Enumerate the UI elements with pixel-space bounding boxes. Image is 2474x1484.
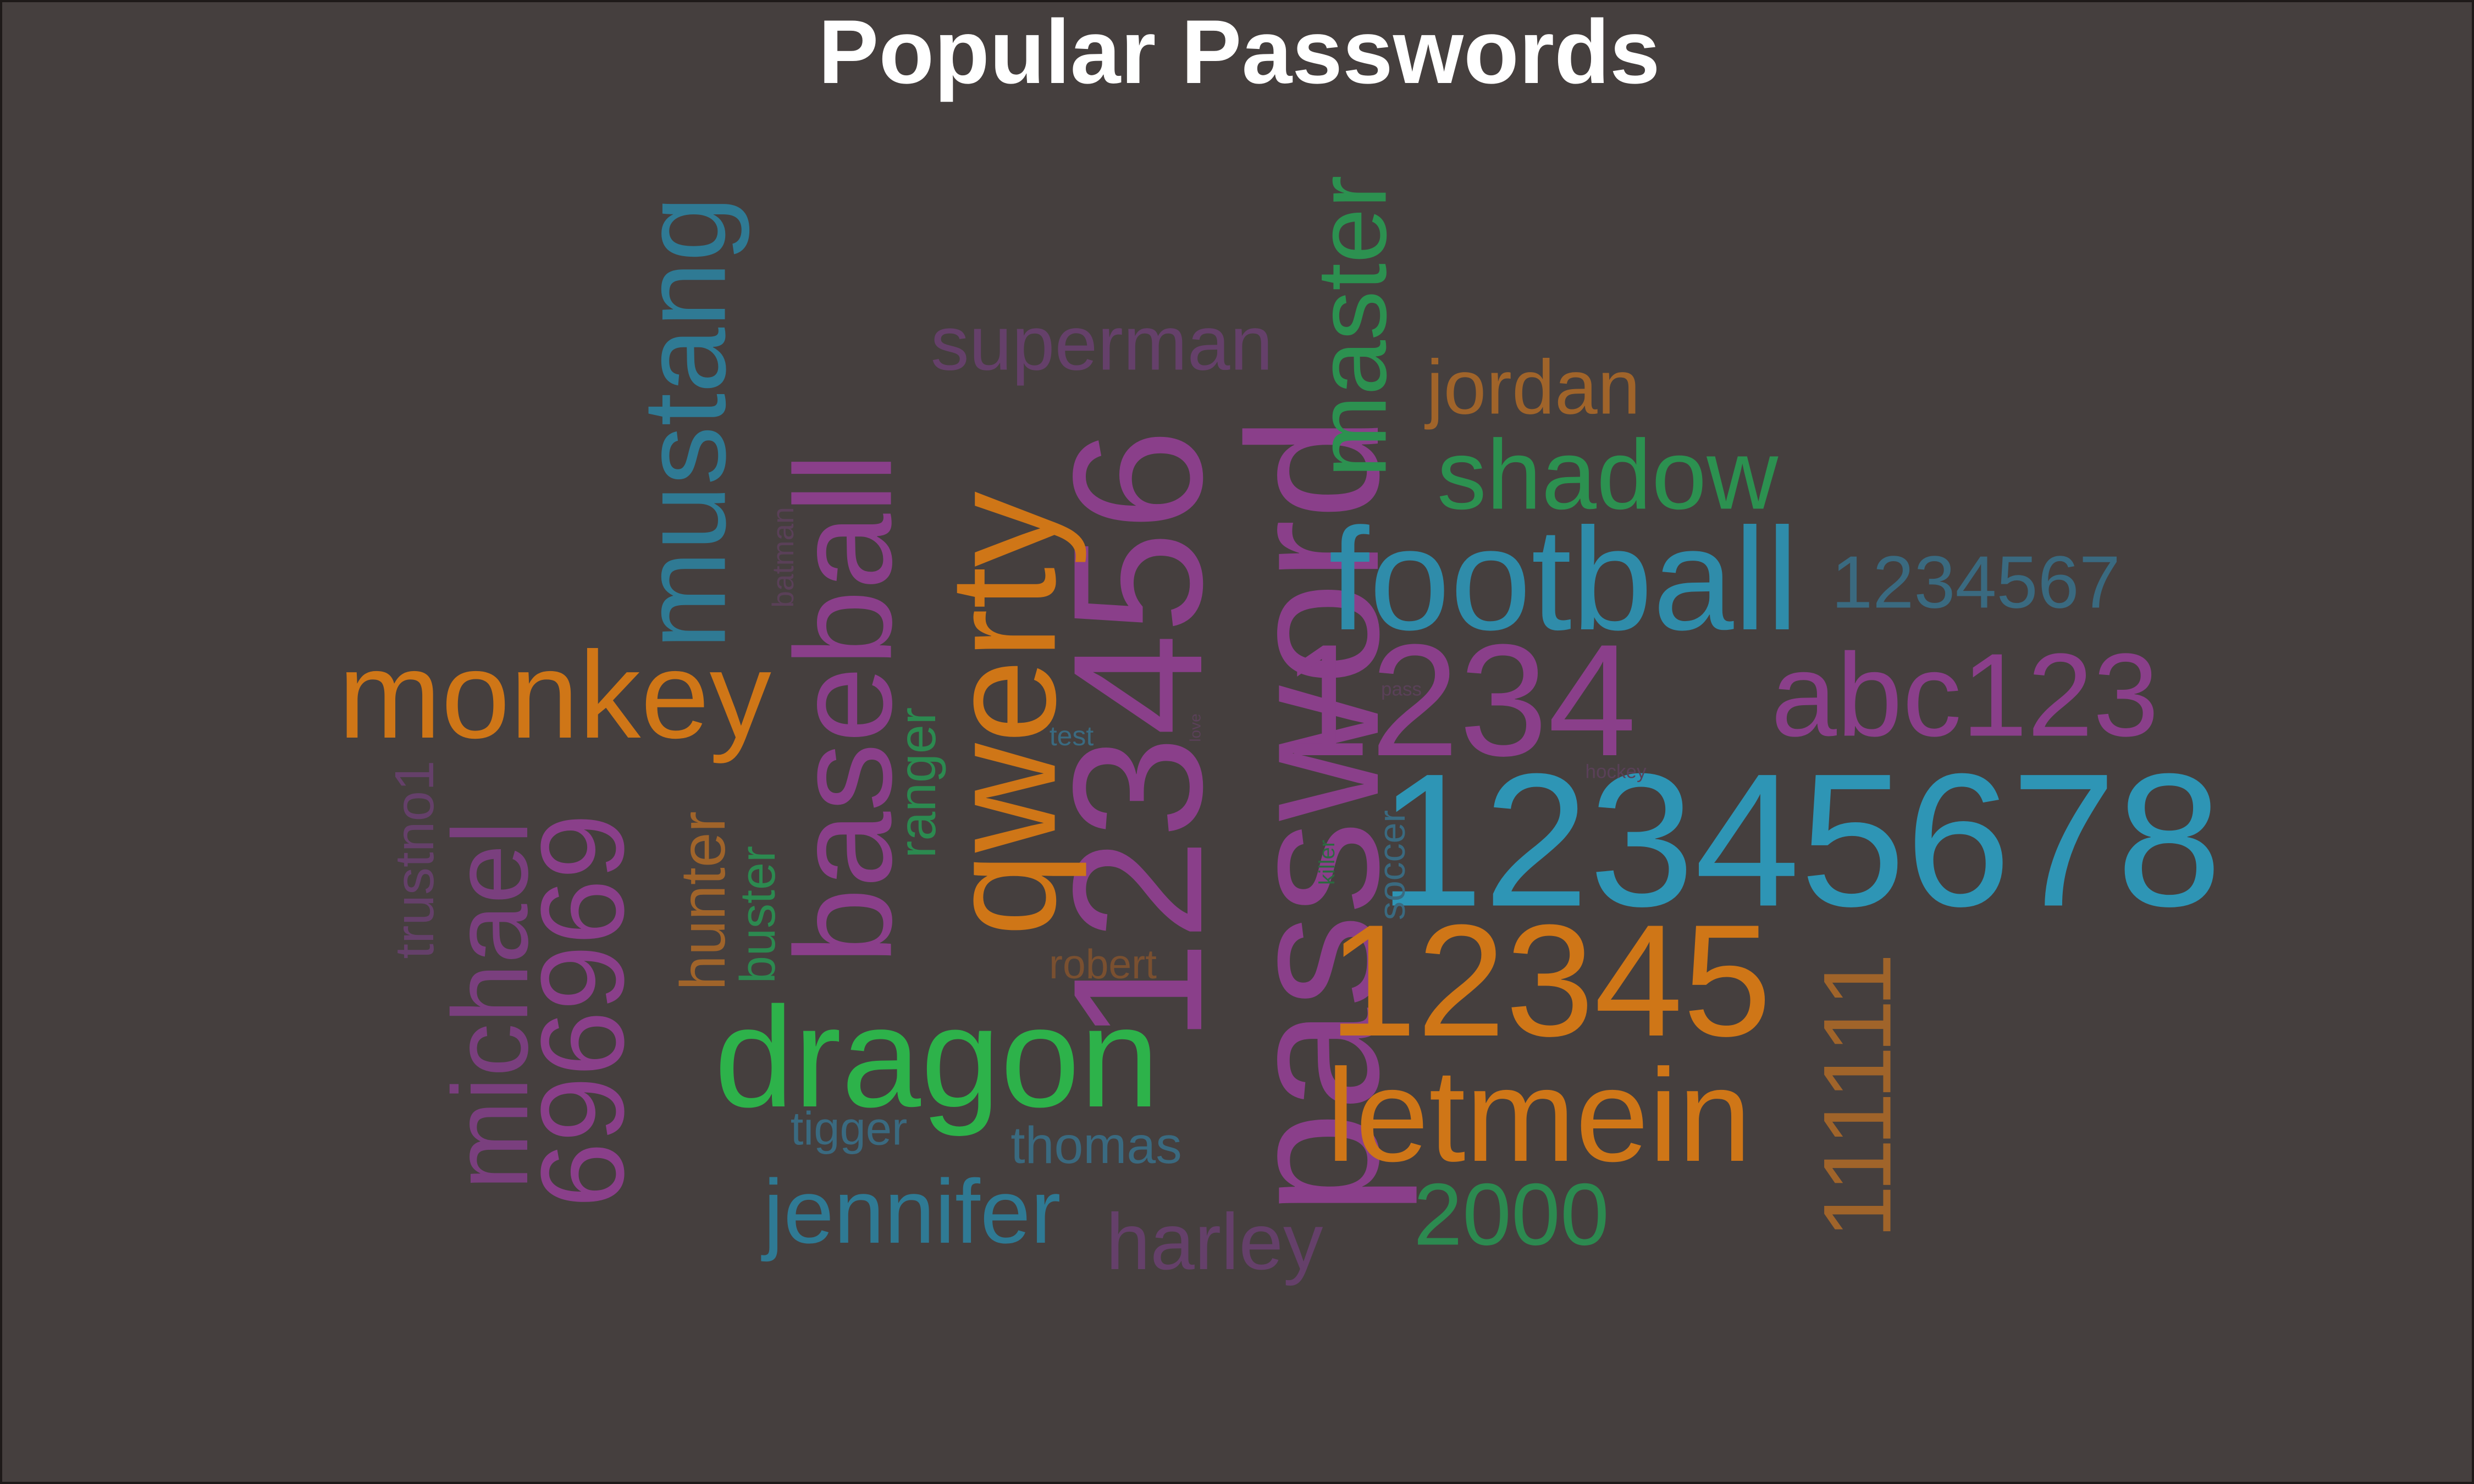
word-tigger: tigger (791, 1103, 908, 1155)
word-mustang: mustang (618, 196, 750, 650)
word-harley: harley (1106, 1197, 1323, 1286)
word-trustno1: trustno1 (384, 760, 445, 959)
word-abc123: abc123 (1771, 629, 2158, 761)
word-ranger: ranger (888, 707, 947, 859)
word-love: love (1187, 713, 1204, 741)
word-test: test (1050, 721, 1094, 751)
word-jordan: jordan (1424, 344, 1640, 430)
word-1234: 1234 (1282, 611, 1636, 789)
word-killer: killer (1315, 840, 1339, 885)
word-111111: 111111 (1804, 953, 1912, 1238)
wordcloud-canvas: password12345678123456qwertybaseballdrag… (338, 175, 2222, 1286)
word-hunter: hunter (668, 811, 738, 990)
word-dragon: dragon (714, 978, 1159, 1138)
wordcloud-chart: Popular Passwords password 12345678 123456… (0, 0, 2474, 1484)
word-2000: 2000 (1413, 1165, 1609, 1264)
word-soccer: soccer (1371, 810, 1413, 920)
word-michael: michael (430, 821, 550, 1190)
word-jennifer: jennifer (760, 1161, 1061, 1262)
word-1234567: 1234567 (1831, 541, 2120, 624)
word-hockey: hockey (1586, 761, 1647, 783)
word-superman: superman (931, 300, 1273, 386)
word-pass: pass (1381, 679, 1422, 700)
word-shadow: shadow (1437, 420, 1779, 530)
word-buster: buster (731, 846, 786, 983)
word-thomas: thomas (1010, 1116, 1182, 1175)
word-robert: robert (1049, 941, 1157, 987)
word-batman: batman (766, 507, 800, 607)
word-master: master (1297, 175, 1407, 478)
